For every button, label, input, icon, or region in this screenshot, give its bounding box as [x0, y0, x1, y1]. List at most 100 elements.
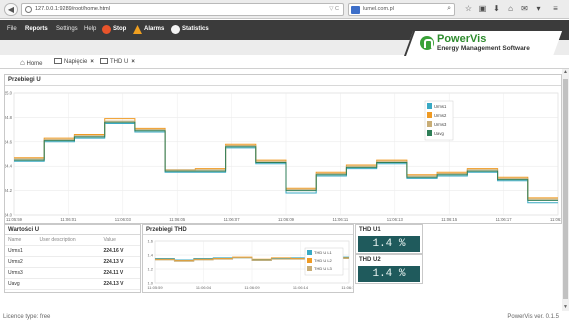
x-tick-label: 11:06:11 [333, 217, 349, 222]
star-icon[interactable]: ☆ [463, 3, 474, 15]
y-tick-label: 1.2 [147, 267, 153, 272]
panel-header: Przebiegi THD [143, 225, 353, 235]
legend-label: Urms1 [434, 104, 447, 109]
values-panel: Wartości U Name User description Value U… [4, 224, 141, 293]
version-text: PowerVis ver. 0.1.5 [507, 314, 559, 320]
thd-u1-panel: THD U1 1.4 % [355, 224, 423, 254]
thd-line-chart: 1.01.21.41.611:05:59 11:06:04 11:06:09 11:0… [147, 239, 353, 291]
values-table: Name User description Value Urms1 224.16… [5, 235, 140, 290]
menu-arrow-icon[interactable]: ▾ [533, 3, 544, 15]
legend-label: Uavg [434, 131, 444, 136]
legend-label: THD U L3 [314, 266, 333, 271]
search-text: lumel.com.pl [363, 6, 394, 12]
legend-swatch [427, 121, 432, 127]
reload-icon[interactable]: ▽ C [329, 6, 339, 12]
x-tick-label: 11:06:15 [441, 217, 458, 222]
tab-label: Home [26, 61, 43, 67]
menu-reports[interactable]: Reports [25, 26, 48, 32]
back-button[interactable]: ◀ [4, 3, 18, 16]
search-icon[interactable]: ⌕ [447, 5, 451, 13]
y-tick-label: 224.8 [5, 115, 13, 120]
close-icon[interactable]: × [131, 59, 135, 65]
panel-title: THD U2 [359, 257, 381, 263]
scroll-down-icon[interactable]: ▼ [562, 304, 569, 311]
tab-thd-u[interactable]: THD U × [100, 58, 135, 68]
hamburger-menu-icon[interactable]: ≡ [550, 3, 561, 15]
tab-napiecie[interactable]: Napięcie × [54, 58, 94, 68]
close-icon[interactable]: × [90, 59, 94, 65]
voltage-line-chart: 224.0224.2224.4224.6224.8225.011:05:5911… [5, 91, 561, 223]
y-tick-label: 1.4 [147, 253, 153, 258]
logo-subtitle: Energy Management Software [437, 45, 530, 52]
row-description [36, 256, 101, 268]
logo-title: PowerVis [437, 33, 487, 45]
legend-label: Urms3 [434, 122, 447, 127]
menu-alarms[interactable]: Alarms [144, 26, 164, 32]
panel-title: Przebiegi THD [146, 227, 187, 233]
y-tick-label: 224.6 [5, 139, 13, 144]
row-value: 224.16 V [100, 245, 140, 257]
alarm-icon [133, 25, 142, 34]
stop-icon [102, 25, 111, 34]
row-description [36, 245, 101, 257]
legend-label: THD U L2 [314, 258, 333, 263]
tab-home[interactable]: ⌂ Home [20, 58, 43, 68]
search-engine-icon [351, 6, 360, 14]
thd-u2-panel: THD U2 1.4 % [355, 254, 423, 284]
menu-file[interactable]: File [7, 26, 17, 32]
window-icon [100, 58, 108, 64]
panel-title: Wartości U [5, 225, 140, 235]
globe-icon [25, 6, 32, 13]
powervis-logo-icon [420, 36, 434, 50]
column-header: Name [5, 235, 37, 246]
download-icon[interactable]: ⬇ [491, 3, 502, 15]
table-row[interactable]: Uavg 224.13 V [5, 278, 140, 290]
x-tick-label: 11:06:19 [550, 217, 561, 222]
y-tick-label: 224.4 [5, 164, 13, 169]
scrollbar-thumb[interactable] [563, 79, 568, 299]
legend-swatch [427, 103, 432, 109]
thd-u1-value: 1.4 % [358, 236, 420, 252]
statistics-icon [171, 25, 180, 34]
table-row[interactable]: Urms1 224.16 V [5, 245, 140, 257]
menu-stop[interactable]: Stop [113, 26, 126, 32]
scroll-up-icon[interactable]: ▲ [562, 69, 569, 76]
search-box[interactable]: lumel.com.pl ⌕ [348, 3, 455, 16]
row-name: Urms3 [5, 267, 37, 279]
browser-toolbar: ◀ 127.0.0.1:9289/root/home.html ▽ C lume… [0, 0, 569, 19]
row-description [36, 267, 101, 279]
page-scrollbar[interactable]: ▲ ▼ [562, 69, 569, 311]
table-row[interactable]: Urms2 224.13 V [5, 256, 140, 268]
home-icon: ⌂ [20, 58, 25, 67]
tab-label: Napięcie [64, 59, 88, 65]
x-tick-label: 11:06:01 [60, 217, 77, 222]
table-row[interactable]: Urms3 224.11 V [5, 267, 140, 279]
menu-statistics[interactable]: Statistics [182, 26, 209, 32]
menu-help[interactable]: Help [84, 26, 96, 32]
x-tick-label: 11:06:04 [196, 285, 212, 290]
x-tick-label: 11:06:09 [278, 217, 295, 222]
x-tick-label: 11:06:07 [224, 217, 241, 222]
clipboard-icon[interactable]: ▣ [477, 3, 488, 15]
tab-label: THD U [110, 59, 129, 65]
voltage-chart-panel: Przebiegi U 224.0224.2224.4224.6224.8225… [4, 74, 562, 224]
chat-icon[interactable]: ✉ [519, 3, 530, 15]
tab-bar: ⌂ Home Napięcie × THD U × [0, 56, 569, 69]
column-header: User description [36, 235, 101, 246]
panel-header: Przebiegi U [5, 75, 561, 86]
row-description [36, 278, 101, 290]
menu-settings[interactable]: Settings [56, 26, 78, 32]
x-tick-label: 11:06:09 [244, 285, 260, 290]
y-tick-label: 1.6 [147, 239, 153, 244]
legend-swatch [427, 130, 432, 136]
home-icon[interactable]: ⌂ [505, 3, 516, 15]
row-value: 224.13 V [100, 278, 140, 290]
licence-text: Licence type: free [3, 314, 51, 320]
row-value: 224.11 V [100, 267, 140, 279]
row-name: Urms2 [5, 256, 37, 268]
x-tick-label: 11:05:59 [147, 285, 163, 290]
y-tick-label: 225.0 [5, 91, 13, 96]
legend-swatch [307, 266, 312, 271]
row-name: Uavg [5, 278, 37, 290]
address-bar[interactable]: 127.0.0.1:9289/root/home.html ▽ C [21, 3, 344, 16]
